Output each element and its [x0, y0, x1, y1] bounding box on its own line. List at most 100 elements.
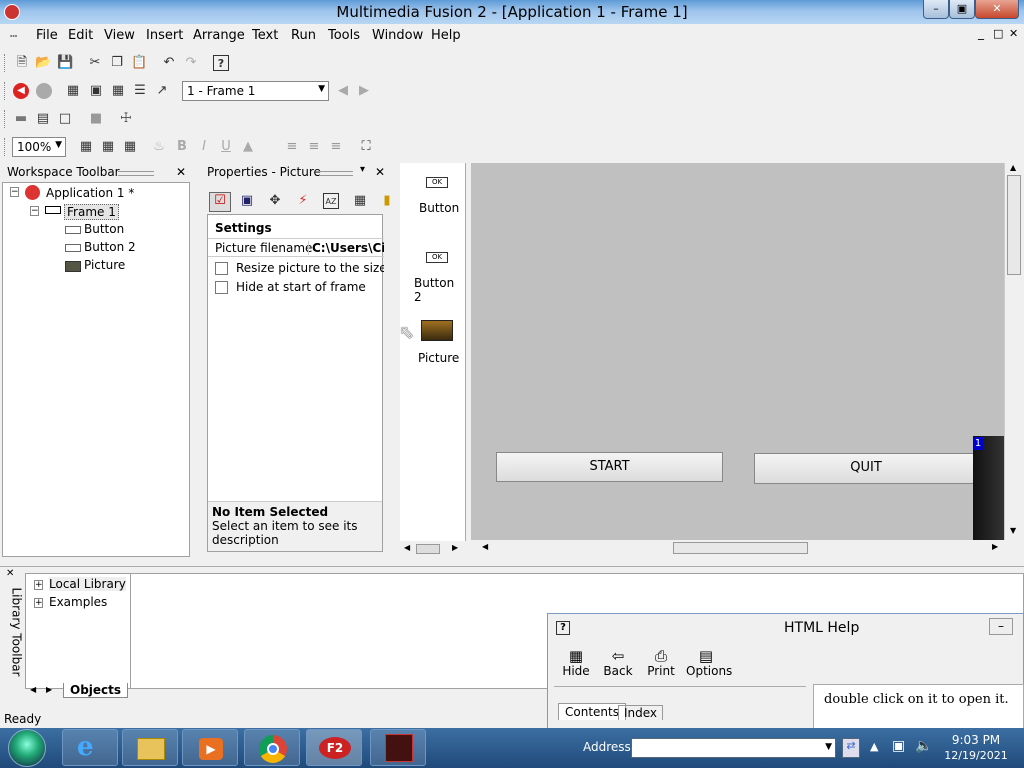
save-icon[interactable]: 💾 — [57, 55, 73, 71]
taskbar-fusion-button[interactable]: F2 — [306, 729, 362, 766]
data-elements-icon[interactable]: ↗ — [154, 83, 170, 99]
library-close-icon[interactable]: ✕ — [6, 568, 14, 579]
picture-object-thumbnail[interactable] — [421, 320, 453, 341]
underline-icon[interactable]: U — [218, 139, 234, 155]
prev-frame-icon[interactable]: ◀ — [335, 83, 351, 99]
more-tabs-icon[interactable]: ▮ — [379, 193, 395, 209]
menu-run[interactable]: Run — [291, 28, 316, 43]
menu-arrange[interactable]: Arrange — [193, 28, 245, 43]
menu-edit[interactable]: Edit — [68, 28, 93, 43]
button-object-icon[interactable]: OK — [426, 177, 448, 188]
tree-object-button[interactable]: Button — [84, 222, 124, 236]
next-frame-icon[interactable]: ▶ — [356, 83, 372, 99]
frame-select-dropdown[interactable]: 1 - Frame 1 ▼ — [182, 81, 329, 101]
taskbar-explorer-button[interactable] — [122, 729, 178, 766]
debug-icon[interactable]: ☩ — [118, 111, 134, 127]
mdi-restore-button[interactable]: □ — [993, 27, 1003, 40]
address-input[interactable]: ▼ — [631, 738, 836, 758]
run-frame-icon[interactable]: ▤ — [35, 111, 51, 127]
scroll-thumb[interactable] — [416, 544, 440, 554]
undo-icon[interactable]: ↶ — [161, 55, 177, 71]
tree-expander[interactable]: + — [34, 598, 43, 608]
frame-vscroll[interactable]: ▲ ▼ — [1004, 163, 1022, 540]
mdi-minimize-button[interactable]: _ — [978, 26, 984, 40]
object-strip-picture[interactable]: Picture — [418, 351, 459, 365]
stop-grey-icon[interactable] — [36, 83, 52, 99]
new-file-icon[interactable]: 🗎 — [14, 55, 30, 71]
paste-icon[interactable]: 📋 — [131, 55, 147, 71]
go-arrows-icon[interactable]: ⇄ — [842, 738, 860, 758]
event-editor-icon[interactable]: ▦ — [110, 83, 126, 99]
property-filename-value[interactable]: C:\Users\Ci — [308, 241, 384, 255]
italic-icon[interactable]: I — [196, 139, 212, 155]
taskbar-game-button[interactable] — [370, 729, 426, 766]
taskbar-chrome-button[interactable] — [244, 729, 300, 766]
mdi-doc-icon[interactable]: ┄ — [10, 29, 17, 43]
bold-icon[interactable]: B — [174, 139, 190, 155]
run-application-icon[interactable]: ▬ — [13, 111, 29, 127]
object-strip-hscroll[interactable]: ◀ ▶ — [400, 541, 466, 557]
picture-object[interactable] — [973, 436, 1004, 540]
clock-date[interactable]: 12/19/2021 — [941, 749, 1011, 762]
volume-icon[interactable]: 🔈 — [915, 738, 932, 754]
tree-expander[interactable]: + — [34, 580, 43, 590]
property-resize-row[interactable]: Resize picture to the size o — [215, 261, 384, 275]
toolbar-grip[interactable] — [4, 110, 7, 128]
resize-checkbox[interactable] — [215, 262, 228, 275]
frame-hscroll[interactable]: ◀ ▶ — [478, 540, 1004, 557]
help-options-button[interactable]: ▤ Options — [686, 648, 732, 678]
property-hide-row[interactable]: Hide at start of frame — [215, 280, 384, 294]
scroll-left-icon[interactable]: ◀ — [482, 542, 488, 551]
show-grid-icon[interactable]: ▦ — [78, 139, 94, 155]
scroll-right-icon[interactable]: ▶ — [992, 542, 998, 551]
tree-expander[interactable]: − — [10, 187, 19, 197]
tab-scroll-left-icon[interactable]: ◀ — [30, 685, 36, 694]
toolbar-grip[interactable] — [4, 138, 7, 156]
settings-tab-icon[interactable]: ☑ — [209, 192, 231, 212]
help-minimize-button[interactable]: – — [989, 618, 1013, 635]
display-tab-icon[interactable]: ▣ — [239, 193, 255, 209]
context-help-icon[interactable]: ? — [213, 55, 229, 71]
properties-close-icon[interactable]: ✕ — [375, 165, 385, 179]
object-strip-button-2[interactable]: Button 2 — [414, 276, 465, 304]
network-icon[interactable]: ▣ — [892, 738, 905, 754]
maximize-button[interactable]: ▣ — [949, 0, 975, 19]
back-red-icon[interactable]: ◀ — [13, 83, 29, 99]
redo-icon[interactable]: ↷ — [183, 55, 199, 71]
help-back-button[interactable]: ⇦ Back — [602, 648, 634, 678]
object-strip-button[interactable]: Button — [419, 201, 459, 215]
stop-icon[interactable]: ■ — [88, 111, 104, 127]
scroll-thumb[interactable] — [1007, 175, 1021, 275]
help-tab-index[interactable]: Index — [618, 705, 664, 720]
tree-application[interactable]: Application 1 * — [46, 186, 134, 200]
fit-frame-icon[interactable]: ⛶ — [358, 139, 374, 155]
about-tab-icon[interactable]: AZ — [323, 193, 339, 209]
menu-file[interactable]: File — [36, 28, 58, 43]
taskbar-ie-button[interactable]: e — [62, 729, 118, 766]
mdi-close-button[interactable]: ✕ — [1009, 27, 1018, 40]
storyboard-editor-icon[interactable]: ▦ — [65, 83, 81, 99]
tab-objects[interactable]: Objects — [63, 683, 129, 698]
help-tab-contents[interactable]: Contents — [558, 703, 626, 720]
snap-grid-icon[interactable]: ▦ — [100, 139, 116, 155]
grid-setup-icon[interactable]: ▦ — [122, 139, 138, 155]
scroll-up-icon[interactable]: ▲ — [1010, 163, 1016, 172]
scroll-right-icon[interactable]: ▶ — [452, 543, 458, 552]
scroll-thumb[interactable] — [673, 542, 808, 554]
chevron-down-icon[interactable]: ▼ — [825, 742, 832, 752]
events-tab-icon[interactable]: ⚡ — [295, 193, 311, 209]
tree-object-button-2[interactable]: Button 2 — [84, 240, 136, 254]
tab-scroll-right-icon[interactable]: ▶ — [46, 685, 52, 694]
library-local[interactable]: Local Library — [49, 577, 126, 591]
align-left-icon[interactable]: ≡ — [284, 139, 300, 155]
font-icon[interactable]: ♨ — [151, 139, 167, 155]
taskbar-media-button[interactable]: ▶ — [182, 729, 238, 766]
start-orb-icon[interactable] — [8, 729, 46, 767]
clock-time[interactable]: 9:03 PM — [946, 733, 1006, 747]
property-row[interactable]: Picture filename C:\Users\Ci — [208, 238, 384, 257]
quit-button[interactable]: QUIT — [754, 453, 978, 484]
panel-grip[interactable] — [118, 171, 154, 176]
copy-icon[interactable]: ❐ — [109, 55, 125, 71]
zoom-dropdown[interactable]: 100% ▼ — [12, 137, 66, 157]
button-2-object-icon[interactable]: OK — [426, 252, 448, 263]
